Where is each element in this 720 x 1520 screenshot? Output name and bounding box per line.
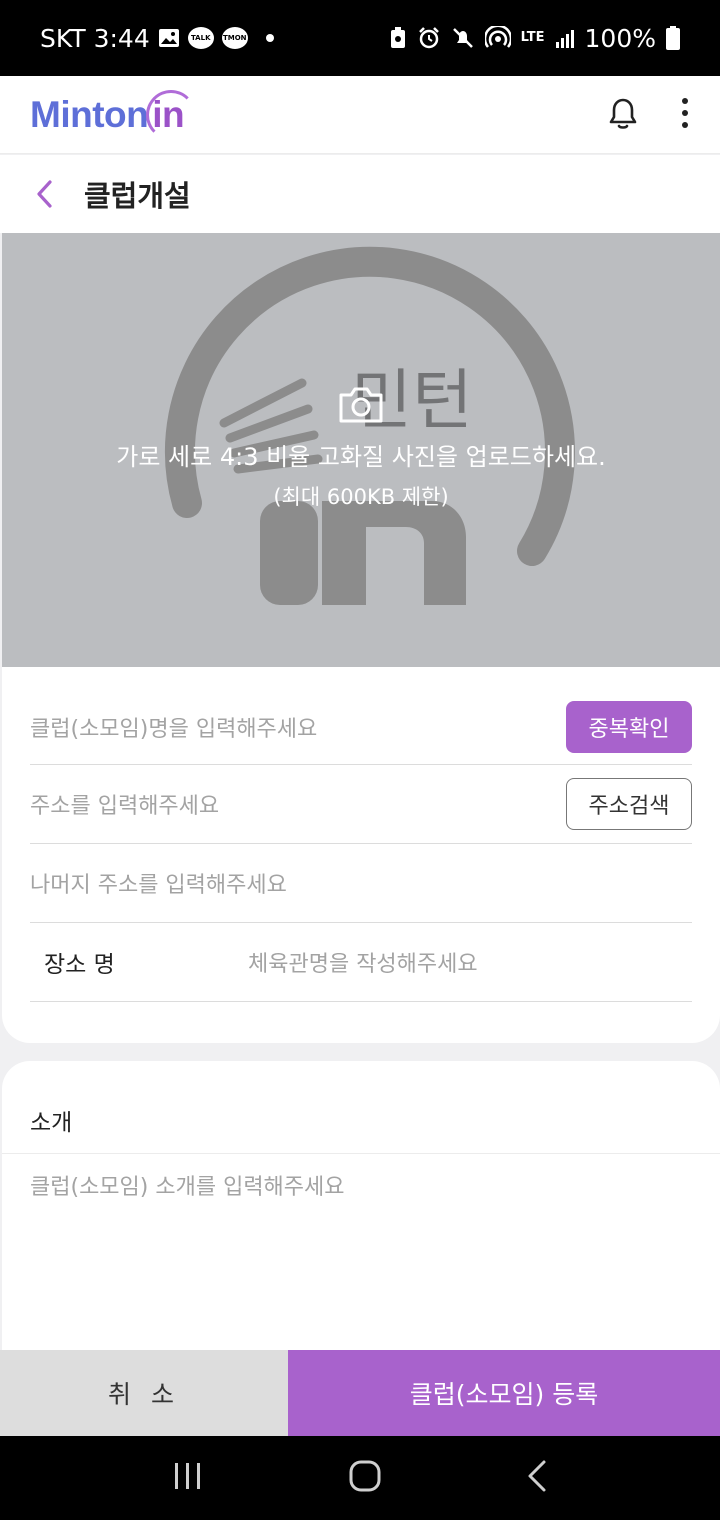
- intro-label: 소개: [30, 1110, 73, 1136]
- back-arrow-icon[interactable]: [30, 174, 58, 214]
- bottom-actions: 취 소 클럽(소모임) 등록: [0, 1350, 720, 1436]
- venue-row: 장소 명 체육관명을 작성해주세요: [30, 923, 692, 1002]
- club-name-input[interactable]: 클럽(소모임)명을 입력해주세요: [30, 711, 317, 743]
- address-detail-input[interactable]: 나머지 주소를 입력해주세요: [30, 867, 287, 899]
- status-bar: SKT 3:44 TALK TMON LTE 100%: [0, 0, 720, 76]
- photo-upload-area[interactable]: 민턴 가로 세로 4:3 비율 고화질 사진을 업로드하세요. (최대 600K…: [2, 233, 720, 667]
- tmon-icon: TMON: [221, 27, 248, 49]
- notification-dot-icon: [265, 34, 274, 42]
- cancel-button[interactable]: 취 소: [0, 1350, 288, 1436]
- carrier-label: SKT: [40, 23, 86, 53]
- club-form-card: 클럽(소모임)명을 입력해주세요 중복확인 주소를 입력해주세요 주소검색 나머…: [2, 667, 720, 1043]
- app-logo[interactable]: Minton in: [30, 89, 197, 140]
- status-right: LTE 100%: [389, 24, 680, 53]
- photo-guide-text: 가로 세로 4:3 비율 고화질 사진을 업로드하세요.: [116, 443, 606, 471]
- system-nav-bar: [0, 1436, 720, 1520]
- app-header: Minton in: [0, 76, 720, 154]
- address-search-button[interactable]: 주소검색: [566, 778, 692, 830]
- photo-size-limit: (최대 600KB 제한): [273, 485, 449, 509]
- title-bar: 클럽개설: [0, 155, 720, 233]
- hotspot-icon: [484, 26, 511, 50]
- logo-suffix: in: [146, 89, 197, 140]
- recent-apps-icon[interactable]: [172, 1461, 204, 1495]
- venue-label: 장소 명: [44, 952, 115, 978]
- clock: 3:44: [93, 23, 150, 53]
- gallery-icon: [158, 27, 180, 49]
- intro-textarea[interactable]: 클럽(소모임) 소개를 입력해주세요: [30, 1169, 345, 1201]
- status-left: SKT 3:44 TALK TMON: [40, 24, 274, 53]
- logo-text: Minton: [30, 93, 149, 135]
- network-type: LTE: [520, 30, 545, 45]
- talk-icon: TALK: [187, 27, 214, 49]
- intro-divider: [2, 1153, 720, 1154]
- more-options-icon[interactable]: [680, 97, 690, 133]
- camera-icon[interactable]: [337, 385, 385, 429]
- address-detail-row: 나머지 주소를 입력해주세요: [30, 844, 692, 923]
- mute-icon: [451, 26, 475, 50]
- signal-icon: [555, 28, 575, 48]
- alarm-icon: [417, 26, 441, 50]
- notification-bell-icon[interactable]: [606, 95, 640, 135]
- club-name-row: 클럽(소모임)명을 입력해주세요 중복확인: [30, 689, 692, 765]
- photo-overlay: 가로 세로 4:3 비율 고화질 사진을 업로드하세요. (최대 600KB 제…: [2, 233, 720, 667]
- intro-card: 소개 클럽(소모임) 소개를 입력해주세요: [2, 1061, 720, 1361]
- page-title: 클럽개설: [84, 179, 191, 213]
- duplicate-check-button[interactable]: 중복확인: [566, 700, 692, 753]
- address-row: 주소를 입력해주세요 주소검색: [30, 765, 692, 844]
- system-back-icon[interactable]: [526, 1459, 548, 1497]
- battery-icon: [666, 26, 680, 50]
- register-club-button[interactable]: 클럽(소모임) 등록: [288, 1350, 720, 1436]
- battery-percent: 100%: [584, 23, 656, 53]
- header-actions: [606, 95, 690, 135]
- address-input[interactable]: 주소를 입력해주세요: [30, 788, 219, 820]
- venue-input[interactable]: 체육관명을 작성해주세요: [248, 946, 478, 978]
- battery-saver-icon: [389, 26, 407, 50]
- home-icon[interactable]: [348, 1459, 382, 1497]
